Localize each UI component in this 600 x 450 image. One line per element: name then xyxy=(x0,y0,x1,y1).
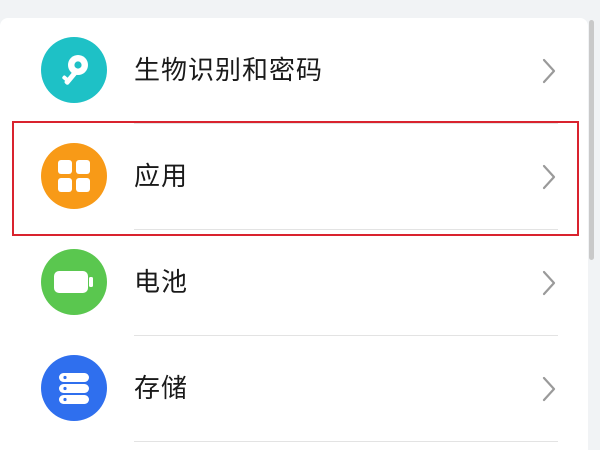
divider xyxy=(134,441,558,442)
chevron-right-icon xyxy=(540,268,558,298)
scrollbar[interactable] xyxy=(589,20,594,260)
highlight-box xyxy=(12,121,579,236)
settings-item-label: 生物识别和密码 xyxy=(134,56,324,86)
key-icon xyxy=(41,37,107,103)
settings-item-storage[interactable]: 存储 xyxy=(0,336,588,442)
settings-item-biometrics-password[interactable]: 生物识别和密码 xyxy=(0,18,588,124)
settings-item-label: 存储 xyxy=(134,374,189,404)
chevron-right-icon xyxy=(540,374,558,404)
battery-icon xyxy=(41,249,107,315)
settings-screen: 生物识别和密码 应用 电池 存储 xyxy=(0,0,600,450)
chevron-right-icon xyxy=(540,56,558,86)
settings-item-battery[interactable]: 电池 xyxy=(0,230,588,336)
settings-item-label: 电池 xyxy=(134,268,189,298)
storage-icon xyxy=(41,355,107,421)
